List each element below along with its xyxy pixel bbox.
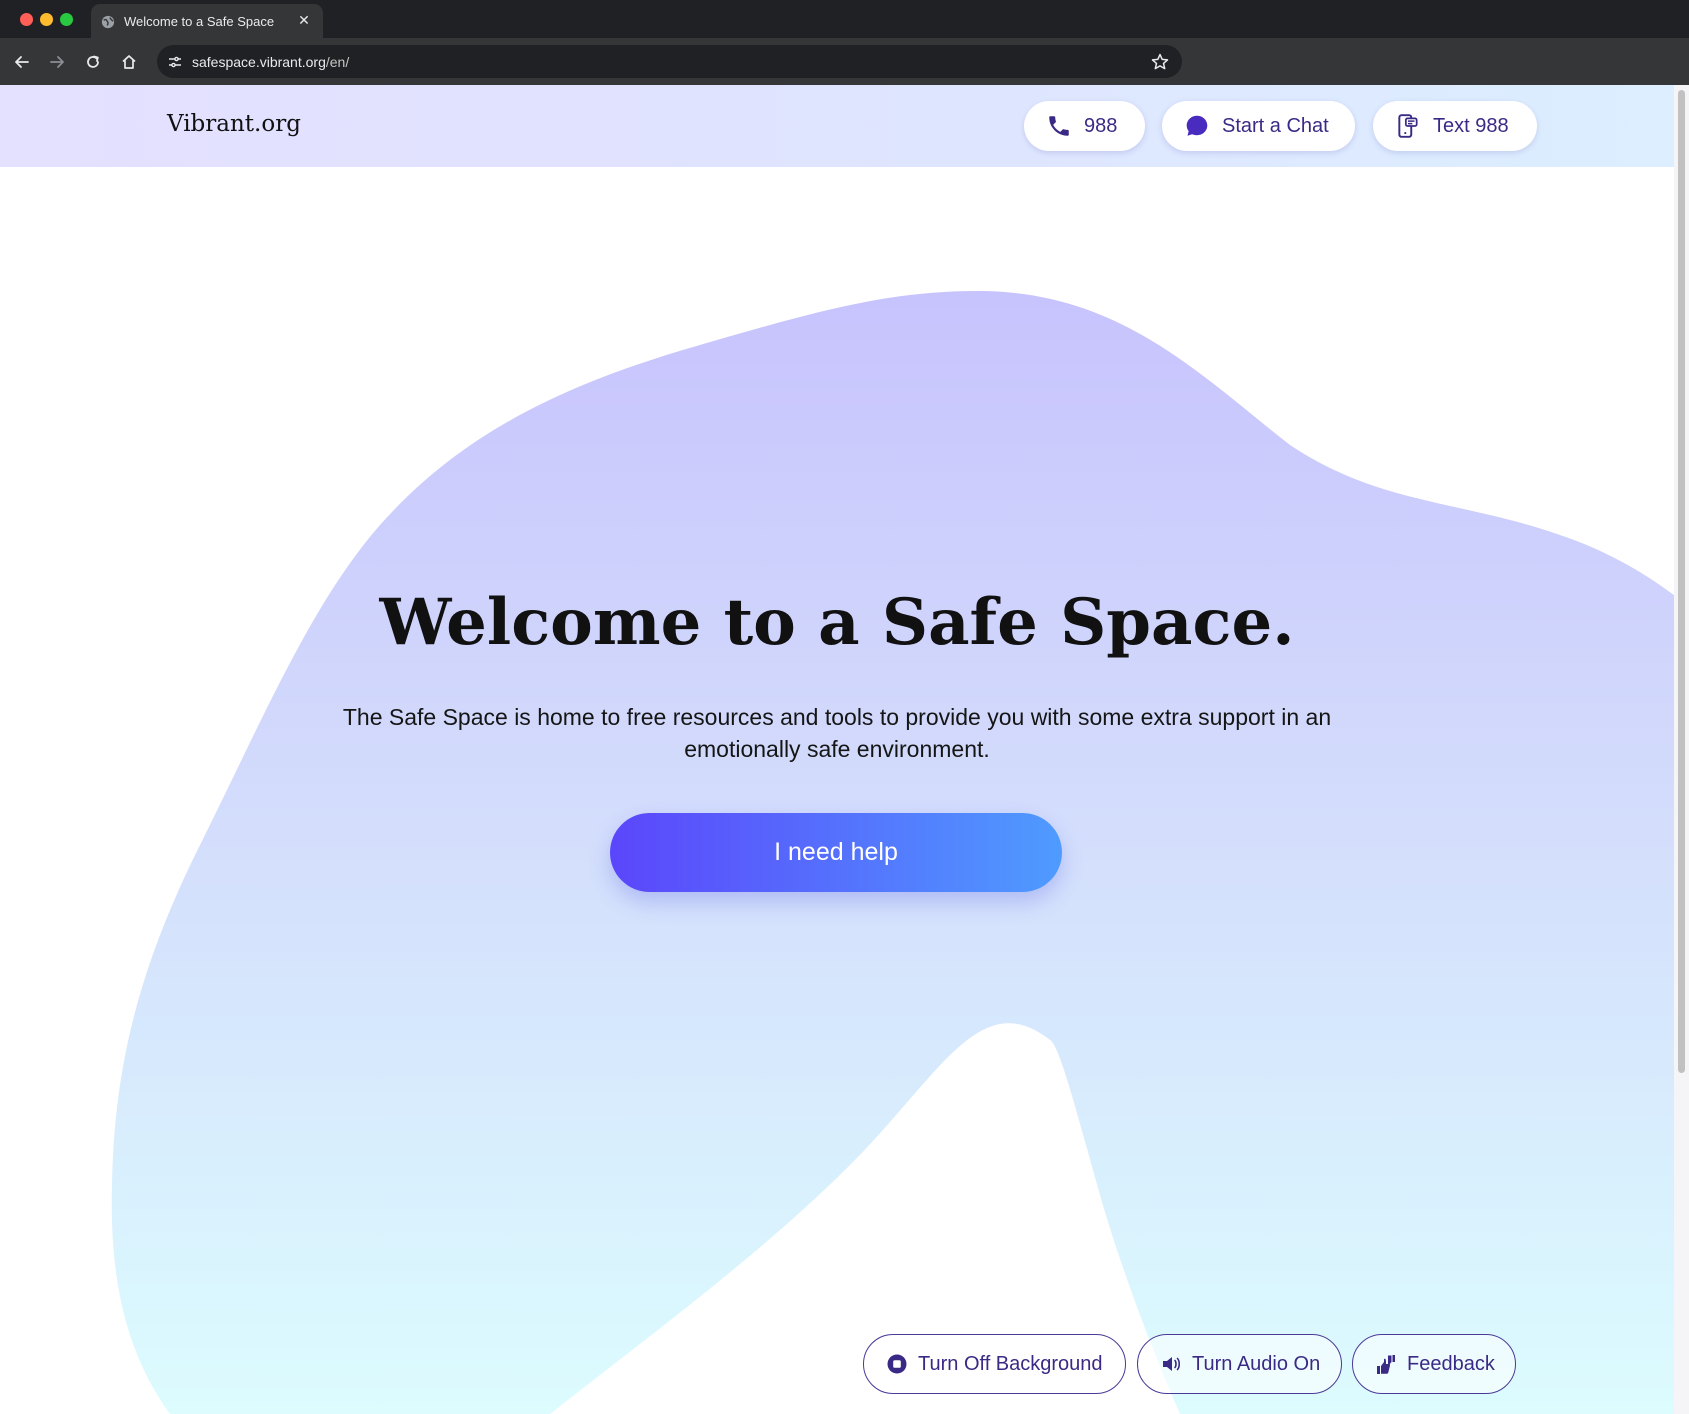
thumbs-up-down-icon	[1377, 1355, 1395, 1374]
back-arrow-icon[interactable]	[10, 50, 34, 74]
mobile-message-icon	[1398, 114, 1418, 138]
window-close-button[interactable]	[20, 13, 33, 26]
browser-toolbar: safespace.vibrant.org/en/	[0, 38, 1689, 85]
call-988-button[interactable]: 988	[1024, 101, 1145, 151]
reload-icon[interactable]	[81, 50, 105, 74]
i-need-help-button[interactable]: I need help	[610, 813, 1062, 892]
stop-icon	[887, 1354, 907, 1374]
address-bar[interactable]: safespace.vibrant.org/en/	[157, 45, 1182, 78]
site-logo[interactable]: Vibrant.org	[167, 111, 301, 137]
start-chat-label: Start a Chat	[1222, 114, 1329, 137]
hero-subtitle: The Safe Space is home to free resources…	[342, 704, 1332, 762]
browser-tab[interactable]: Welcome to a Safe Space ✕	[91, 4, 323, 38]
scrollbar-thumb[interactable]	[1678, 90, 1685, 1073]
turn-off-background-label: Turn Off Background	[918, 1352, 1103, 1375]
globe-icon	[101, 15, 115, 29]
speaker-icon	[1163, 1357, 1181, 1371]
feedback-label: Feedback	[1407, 1352, 1495, 1375]
chat-bubble-icon	[1186, 115, 1208, 136]
phone-icon	[1049, 116, 1069, 136]
call-988-label: 988	[1084, 114, 1118, 137]
site-header: Vibrant.org 988 Start a Chat Text 988	[0, 85, 1674, 167]
url-text: safespace.vibrant.org/en/	[192, 54, 349, 70]
url-path: /en/	[325, 54, 350, 70]
feedback-button[interactable]: Feedback	[1352, 1334, 1516, 1394]
browser-tab-bar: Welcome to a Safe Space ✕	[0, 0, 1689, 38]
window-minimize-button[interactable]	[40, 13, 53, 26]
forward-arrow-icon[interactable]	[45, 50, 69, 74]
turn-audio-on-label: Turn Audio On	[1192, 1352, 1321, 1375]
page-viewport: Vibrant.org 988 Start a Chat Text 988 We…	[0, 85, 1674, 1414]
tab-close-icon[interactable]: ✕	[295, 11, 313, 29]
tab-title: Welcome to a Safe Space	[124, 14, 275, 29]
turn-off-background-button[interactable]: Turn Off Background	[863, 1334, 1126, 1394]
bookmark-star-icon[interactable]	[1150, 52, 1170, 72]
start-chat-button[interactable]: Start a Chat	[1162, 101, 1355, 151]
window-zoom-button[interactable]	[60, 13, 73, 26]
url-domain: safespace.vibrant.org	[192, 54, 326, 70]
text-988-label: Text 988	[1433, 114, 1509, 137]
hero-title: Welcome to a Safe Space.	[379, 585, 1295, 660]
site-settings-icon[interactable]	[165, 52, 185, 72]
text-988-button[interactable]: Text 988	[1373, 101, 1537, 151]
page-scrollbar[interactable]	[1674, 85, 1689, 1414]
home-icon[interactable]	[117, 50, 141, 74]
turn-audio-on-button[interactable]: Turn Audio On	[1137, 1334, 1342, 1394]
